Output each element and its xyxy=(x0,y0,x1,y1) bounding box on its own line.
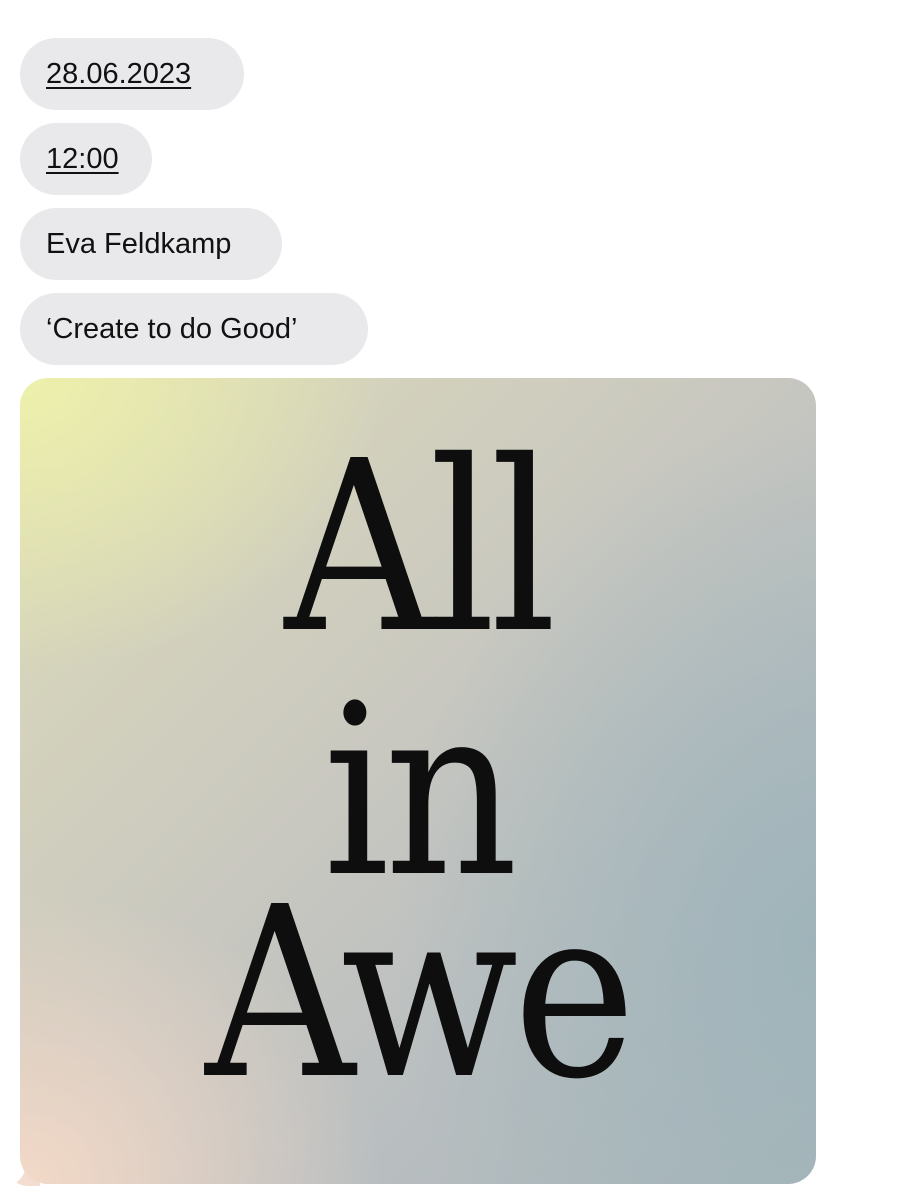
poster-artwork: All in Awe xyxy=(20,378,816,1184)
message-thread: 28.06.2023 12:00 Eva Feldkamp ‘Create to… xyxy=(0,0,900,1200)
poster-line-3: Awe xyxy=(205,856,636,1131)
date-link[interactable]: 28.06.2023 xyxy=(46,58,191,91)
name-text: Eva Feldkamp xyxy=(46,227,232,260)
message-bubble-date[interactable]: 28.06.2023 xyxy=(20,38,244,110)
message-bubble-quote[interactable]: ‘Create to do Good’ xyxy=(20,293,368,365)
image-message[interactable]: All in Awe xyxy=(20,378,816,1184)
quote-text: ‘Create to do Good’ xyxy=(46,312,298,345)
message-bubble-name[interactable]: Eva Feldkamp xyxy=(20,208,282,280)
poster-line-1: All xyxy=(284,410,557,685)
time-link[interactable]: 12:00 xyxy=(46,143,119,176)
message-bubble-time[interactable]: 12:00 xyxy=(20,123,152,195)
